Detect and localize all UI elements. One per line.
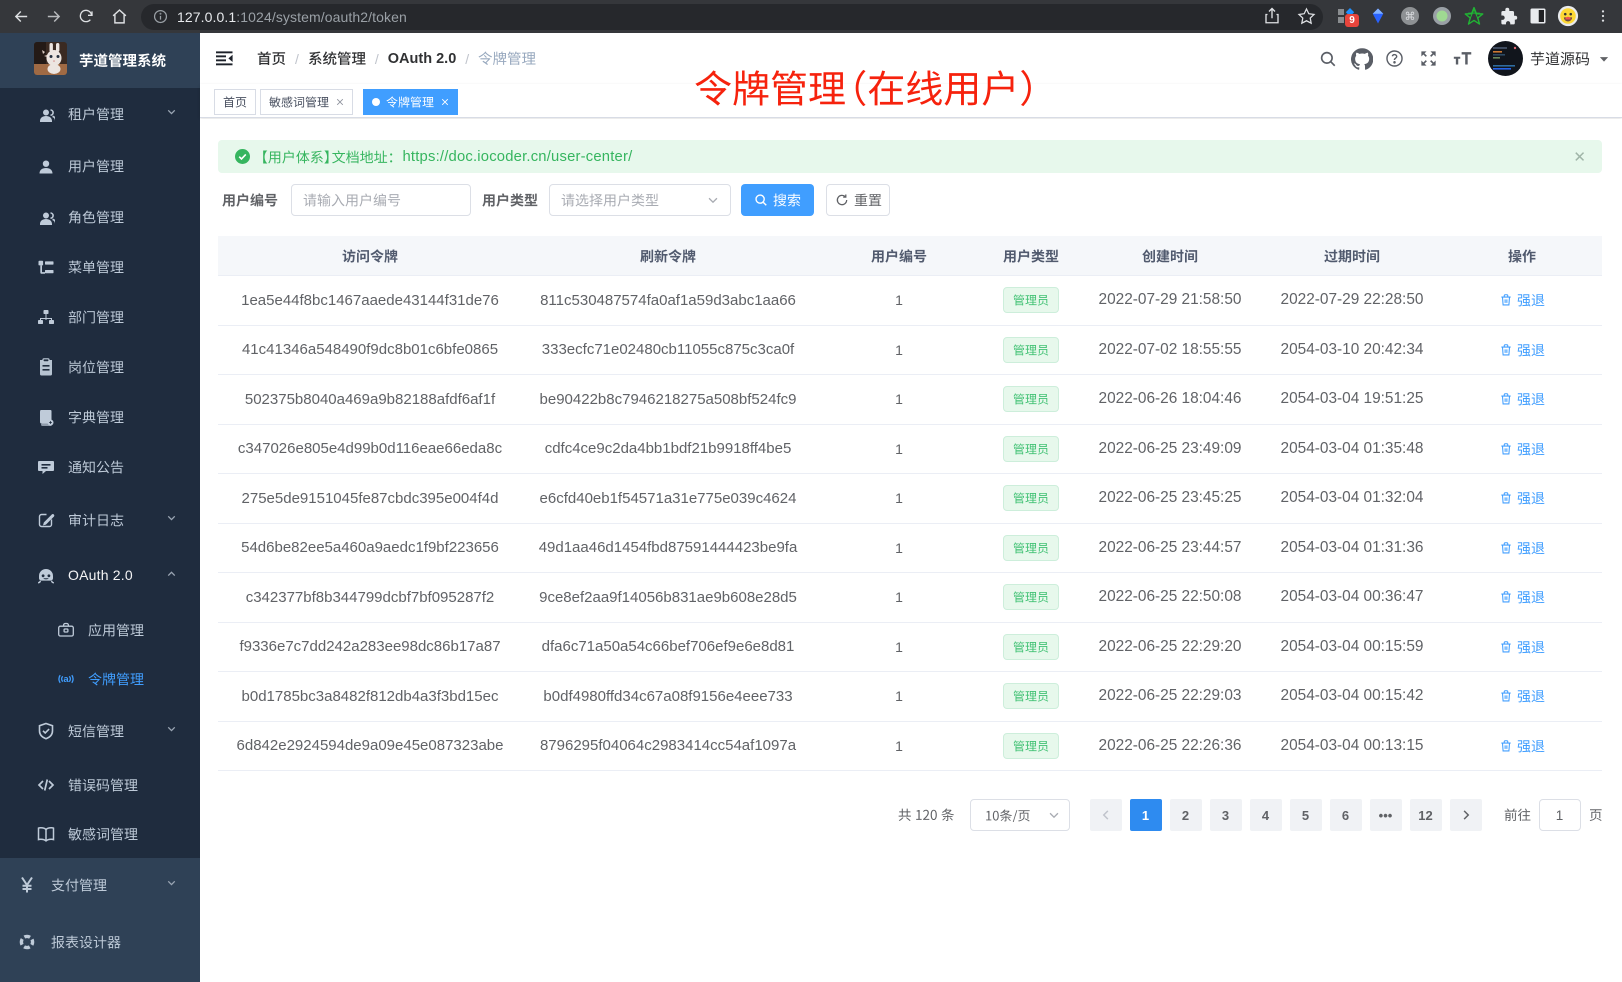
- svg-text:⌘: ⌘: [1405, 11, 1416, 23]
- svg-text:a: a: [63, 674, 69, 685]
